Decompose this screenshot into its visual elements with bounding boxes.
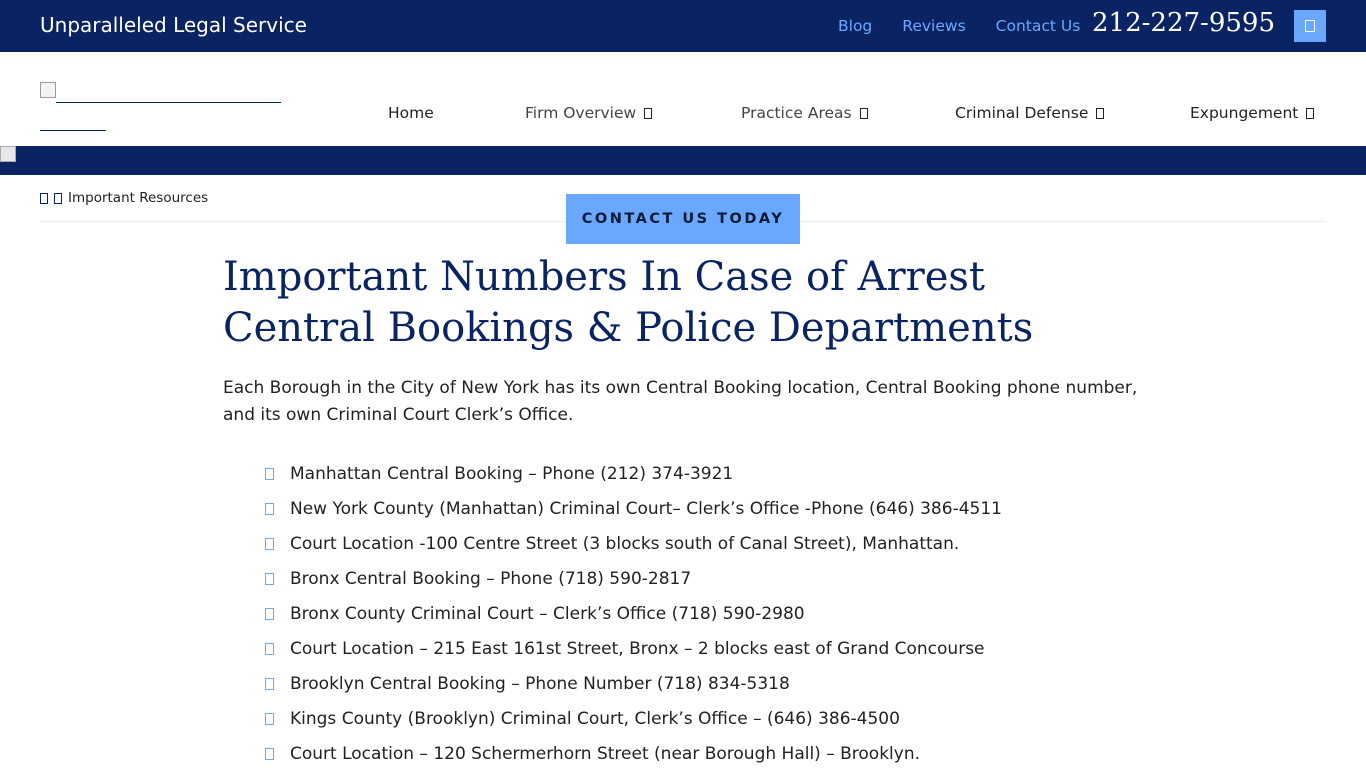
bullet-icon <box>265 712 274 725</box>
list-item-text: Court Location – 215 East 161st Street, … <box>290 638 985 659</box>
list-item-text: Bronx County Criminal Court – Clerk’s Of… <box>290 603 805 624</box>
bullet-icon <box>265 607 274 620</box>
bullet-icon <box>265 572 274 585</box>
list-item: Bronx Central Booking – Phone (718) 590-… <box>265 561 1002 596</box>
list-item: Court Location – 215 East 161st Street, … <box>265 631 1002 666</box>
logo-underline <box>40 130 106 131</box>
nav-item-label: Practice Areas <box>741 104 852 122</box>
phone-number-link[interactable]: 212-227-9595 <box>1092 8 1275 38</box>
list-item: New York County (Manhattan) Criminal Cou… <box>265 491 1002 526</box>
contact-us-link[interactable]: Contact Us <box>996 17 1081 35</box>
list-item-text: New York County (Manhattan) Criminal Cou… <box>290 498 1002 519</box>
list-item: Court Location – 120 Schermerhorn Street… <box>265 736 1002 768</box>
chevron-down-icon <box>1096 107 1105 119</box>
menu-icon <box>1305 20 1315 32</box>
logo-underline <box>56 102 281 103</box>
nav-item-expungement[interactable]: Expungement <box>1190 104 1315 122</box>
menu-button[interactable] <box>1294 10 1326 42</box>
home-icon[interactable] <box>40 192 48 204</box>
list-item: Court Location -100 Centre Street (3 blo… <box>265 526 1002 561</box>
main-nav: Home Firm Overview Practice Areas Crimin… <box>0 104 1366 126</box>
list-item-text: Court Location – 120 Schermerhorn Street… <box>290 743 921 764</box>
chevron-down-icon <box>859 107 868 119</box>
bullet-icon <box>265 677 274 690</box>
nav-item-label: Criminal Defense <box>955 104 1089 122</box>
list-item: Bronx County Criminal Court – Clerk’s Of… <box>265 596 1002 631</box>
top-links: Blog Reviews Contact Us <box>838 17 1080 35</box>
intro-paragraph: Each Borough in the City of New York has… <box>223 378 1138 425</box>
breadcrumb: Important Resources <box>40 190 208 206</box>
list-item-text: Court Location -100 Centre Street (3 blo… <box>290 533 960 554</box>
nav-item-label: Expungement <box>1190 104 1299 122</box>
chevron-down-icon <box>1306 107 1315 119</box>
chevron-right-icon <box>54 192 62 204</box>
list-item-text: Brooklyn Central Booking – Phone Number … <box>290 673 790 694</box>
numbers-list: Manhattan Central Booking – Phone (212) … <box>265 456 1002 768</box>
list-item-text: Bronx Central Booking – Phone (718) 590-… <box>290 568 692 589</box>
logo-image <box>40 82 56 98</box>
top-bar: Unparalleled Legal Service Blog Reviews … <box>0 0 1366 52</box>
list-item-text: Kings County (Brooklyn) Criminal Court, … <box>290 708 900 729</box>
list-item: Kings County (Brooklyn) Criminal Court, … <box>265 701 1002 736</box>
bullet-icon <box>265 502 274 515</box>
list-item-text: Manhattan Central Booking – Phone (212) … <box>290 463 734 484</box>
chevron-down-icon <box>644 107 653 119</box>
nav-item-criminal-defense[interactable]: Criminal Defense <box>955 104 1105 122</box>
nav-item-label: Home <box>388 104 434 122</box>
page-title: Important Numbers In Case of Arrest Cent… <box>223 254 1034 351</box>
bullet-icon <box>265 537 274 550</box>
blog-link[interactable]: Blog <box>838 17 872 35</box>
bullet-icon <box>265 467 274 480</box>
banner-image <box>0 146 16 162</box>
nav-item-home[interactable]: Home <box>388 104 434 122</box>
breadcrumb-current: Important Resources <box>68 190 209 206</box>
list-item: Manhattan Central Booking – Phone (212) … <box>265 456 1002 491</box>
nav-item-label: Firm Overview <box>525 104 637 122</box>
list-item: Brooklyn Central Booking – Phone Number … <box>265 666 1002 701</box>
page-banner <box>0 146 1366 175</box>
contact-us-today-button[interactable]: CONTACT US TODAY <box>566 194 800 244</box>
nav-item-practice-areas[interactable]: Practice Areas <box>741 104 868 122</box>
bullet-icon <box>265 747 274 760</box>
reviews-link[interactable]: Reviews <box>902 17 965 35</box>
site-tagline: Unparalleled Legal Service <box>40 13 307 37</box>
nav-item-firm-overview[interactable]: Firm Overview <box>525 104 653 122</box>
bullet-icon <box>265 642 274 655</box>
